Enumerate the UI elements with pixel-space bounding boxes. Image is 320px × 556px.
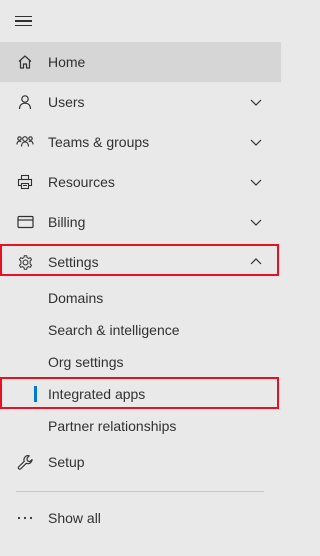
- chevron-up-icon[interactable]: [248, 254, 264, 270]
- nav-item-teams-groups[interactable]: Teams & groups: [0, 122, 281, 162]
- nav-item-label: Teams & groups: [48, 134, 150, 150]
- wrench-icon: [16, 453, 34, 471]
- nav-item-users[interactable]: Users: [0, 82, 281, 122]
- nav-item-setup[interactable]: Setup: [0, 442, 281, 482]
- sub-item-org-settings[interactable]: Org settings: [0, 346, 281, 378]
- divider: [16, 491, 264, 492]
- sub-item-label: Org settings: [48, 354, 124, 370]
- left-navigation: Home Users Teams & groups Resources Bill…: [0, 0, 281, 556]
- nav-item-label: Resources: [48, 174, 115, 190]
- nav-item-label: Setup: [48, 454, 85, 470]
- nav-item-show-all[interactable]: Show all: [0, 498, 281, 538]
- nav-item-home[interactable]: Home: [0, 42, 281, 82]
- nav-item-label: Billing: [48, 214, 86, 230]
- chevron-down-icon[interactable]: [248, 134, 264, 150]
- nav-item-billing[interactable]: Billing: [0, 202, 281, 242]
- teams-icon: [16, 133, 34, 151]
- nav-item-label: Home: [48, 54, 86, 70]
- sub-item-integrated-apps[interactable]: Integrated apps: [0, 378, 281, 410]
- card-icon: [16, 213, 34, 231]
- gear-icon: [16, 253, 34, 271]
- sub-item-partner-relationships[interactable]: Partner relationships: [0, 410, 281, 442]
- sub-item-label: Search & intelligence: [48, 322, 180, 338]
- nav-item-label: Users: [48, 94, 85, 110]
- chevron-down-icon[interactable]: [248, 94, 264, 110]
- ellipsis-icon: [16, 509, 34, 527]
- sub-item-label: Integrated apps: [48, 386, 146, 402]
- user-icon: [16, 93, 34, 111]
- sub-item-domains[interactable]: Domains: [0, 282, 281, 314]
- chevron-down-icon[interactable]: [248, 174, 264, 190]
- nav-item-label: Settings: [48, 254, 99, 270]
- nav-item-label: Show all: [48, 510, 101, 526]
- sub-item-search-intelligence[interactable]: Search & intelligence: [0, 314, 281, 346]
- nav-item-resources[interactable]: Resources: [0, 162, 281, 202]
- hamburger-menu-icon[interactable]: [15, 13, 33, 29]
- sub-item-label: Partner relationships: [48, 418, 177, 434]
- chevron-down-icon[interactable]: [248, 214, 264, 230]
- active-indicator: [34, 386, 37, 402]
- home-icon: [16, 53, 34, 71]
- sub-item-label: Domains: [48, 290, 104, 306]
- nav-item-settings[interactable]: Settings: [0, 242, 281, 282]
- printer-icon: [16, 173, 34, 191]
